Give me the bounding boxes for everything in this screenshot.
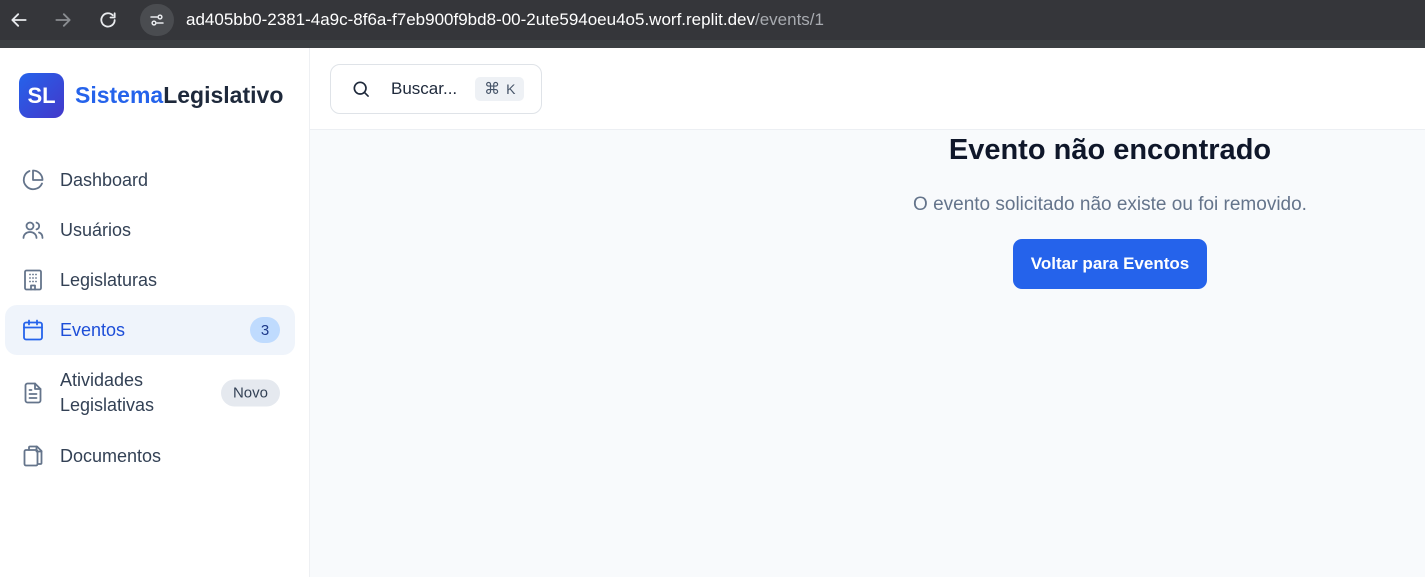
not-found-panel: Evento não encontrado O evento solicitad… (810, 130, 1410, 330)
building-icon (20, 267, 46, 293)
arrow-right-icon (55, 13, 71, 27)
top-header: Buscar... ⌘ K (310, 48, 1425, 130)
sidebar-item-usuarios[interactable]: Usuários (5, 205, 295, 255)
url-path: /events/1 (755, 10, 824, 29)
command-key-icon: ⌘ (484, 81, 501, 98)
sidebar: SL SistemaLegislativo Dashboard Usuários… (0, 48, 310, 577)
keyboard-shortcut-hint: ⌘ K (475, 77, 525, 101)
sidebar-item-label: Atividades Legislativas (60, 370, 155, 415)
shortcut-key: K (506, 81, 516, 97)
sidebar-item-atividades-legislativas[interactable]: Atividades Legislativas Novo (5, 355, 295, 431)
sidebar-item-legislaturas[interactable]: Legislaturas (5, 255, 295, 305)
site-info-button[interactable] (140, 4, 174, 36)
sidebar-item-eventos[interactable]: Eventos 3 (5, 305, 295, 355)
pie-chart-icon (20, 167, 46, 193)
back-to-events-button[interactable]: Voltar para Eventos (1013, 239, 1207, 289)
sidebar-menu: Dashboard Usuários Legislaturas Eventos … (5, 155, 295, 481)
count-badge: 3 (250, 317, 280, 343)
search-icon (353, 81, 369, 97)
browser-toolbar: ad405bb0-2381-4a9c-8f6a-f7eb900f9bd8-00-… (0, 0, 1425, 48)
sidebar-item-label: Documentos (60, 445, 162, 466)
not-found-message: O evento solicitado não existe ou foi re… (913, 194, 1307, 215)
search-placeholder: Buscar... (391, 79, 458, 98)
calendar-icon (20, 317, 46, 343)
main-content: Evento não encontrado O evento solicitad… (310, 130, 1425, 577)
brand-name: SistemaLegislativo (75, 82, 283, 109)
users-icon (20, 217, 46, 243)
brand[interactable]: SL SistemaLegislativo (19, 73, 283, 118)
new-badge: Novo (220, 379, 280, 407)
sidebar-item-label: Legislaturas (60, 269, 158, 290)
arrow-left-icon (11, 13, 27, 27)
reload-button[interactable] (94, 6, 122, 34)
brand-logo: SL (19, 73, 64, 118)
search-input[interactable]: Buscar... ⌘ K (330, 64, 542, 114)
back-button[interactable] (5, 6, 33, 34)
brand-name-part2: Legislativo (163, 82, 284, 108)
sidebar-item-label: Eventos (60, 319, 126, 340)
sidebar-item-label: Usuários (60, 219, 132, 240)
tune-icon (150, 14, 164, 26)
address-bar[interactable]: ad405bb0-2381-4a9c-8f6a-f7eb900f9bd8-00-… (140, 0, 1425, 40)
url-host: ad405bb0-2381-4a9c-8f6a-f7eb900f9bd8-00-… (186, 10, 755, 29)
sidebar-item-label: Dashboard (60, 169, 149, 190)
brand-name-part1: Sistema (75, 82, 164, 108)
page-title: Evento não encontrado (948, 134, 1272, 166)
forward-button[interactable] (49, 6, 77, 34)
toolbar-divider (0, 40, 1425, 48)
reload-icon (100, 12, 116, 28)
sidebar-item-documentos[interactable]: Documentos (5, 431, 295, 481)
file-text-icon (20, 380, 46, 406)
sidebar-item-dashboard[interactable]: Dashboard (5, 155, 295, 205)
files-icon (20, 443, 46, 469)
